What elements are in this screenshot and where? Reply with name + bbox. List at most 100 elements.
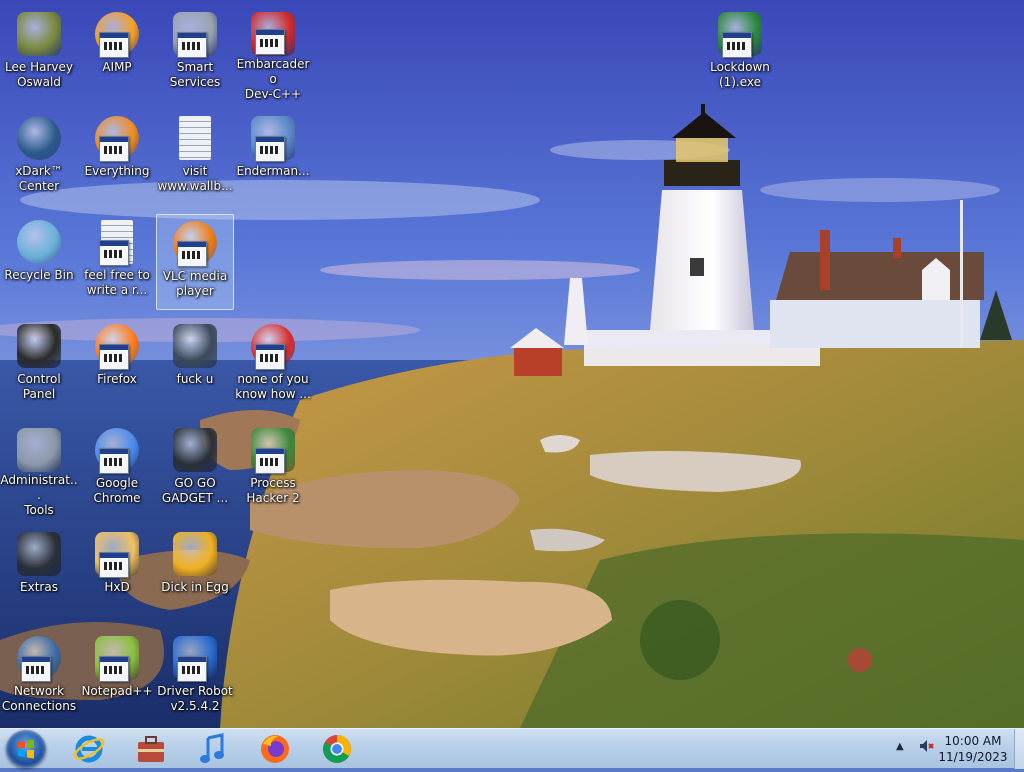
desktop-icon-aimp[interactable]: AIMP [78,6,156,102]
music-icon [200,733,224,763]
desktop-icon-label: Google Chrome [93,476,141,505]
desktop-icon-text-file[interactable]: feel free to write a r... [78,214,156,310]
program-shortcut-overlay [99,656,129,682]
program-shortcut-overlay [255,29,285,55]
desktop-icon-devcpp[interactable]: Embarcadero Dev-C++ [234,6,312,102]
desktop-icon-control-panel[interactable]: Control Panel [0,318,78,414]
red-arrow-icon [249,322,297,370]
desktop-icon-label: Process Hacker 2 [246,476,300,505]
taskbar-music-button[interactable] [186,730,240,768]
desktop-icon-label: xDark™ Center [15,164,63,193]
desktop-icon-label: Notepad++ [81,684,153,698]
clock-date: 11/19/2023 [938,750,1008,764]
taskbar-briefcase-button[interactable] [124,730,178,768]
show-desktop-button[interactable] [1014,729,1024,769]
desktop-icon-text-file[interactable]: visit www.wallb... [156,110,234,206]
briefcase-icon [138,736,164,762]
program-shortcut-overlay [99,240,129,266]
system-clock[interactable]: 10:00 AM 11/19/2023 [932,733,1014,765]
program-shortcut-overlay [722,32,752,58]
desktop-icon-gears[interactable]: Smart Services [156,6,234,102]
program-shortcut-overlay [21,656,51,682]
program-shortcut-overlay [177,32,207,58]
pc-tower-icon [171,426,219,474]
program-shortcut-overlay [255,344,285,370]
desktop-icon-firefox[interactable]: Firefox [78,318,156,414]
desktop-icon-label: Recycle Bin [4,268,74,282]
program-shortcut-overlay [99,552,129,578]
desktop-icon-label: Control Panel [17,372,61,401]
vlc-icon [171,219,219,267]
windows-logo-icon [18,739,34,759]
control-panel-icon [15,322,63,370]
desktop-icon-recycle-bin[interactable]: Recycle Bin [0,214,78,310]
character-icon [15,10,63,58]
program-shortcut-overlay [99,448,129,474]
desktop-icon-label: HxD [104,580,130,594]
folder-icon [171,322,219,370]
clock-time: 10:00 AM [944,734,1002,748]
desktop-icon-label: Network Connections [1,684,77,713]
desktop-icon-process-hacker[interactable]: Process Hacker 2 [234,422,312,518]
desktop-icon-window[interactable]: Enderman... [234,110,312,206]
program-shortcut-overlay [255,136,285,162]
desktop-icon-label: Smart Services [169,60,221,89]
driver-robot-icon [171,634,219,682]
gears-icon [171,10,219,58]
desktop-icon-network[interactable]: Network Connections [0,630,78,726]
desktop-icon-label: GO GO GADGET ... [161,476,229,505]
window-icon [249,114,297,162]
desktop-icon-label: VLC media player [162,269,228,298]
desktop-icon-vlc[interactable]: VLC media player [156,214,234,310]
hxd-icon [93,530,141,578]
recycle-bin-icon [15,218,63,266]
desktop-icon-label: Embarcadero Dev-C++ [236,57,310,101]
program-shortcut-overlay [99,136,129,162]
desktop-icon-red-arrow[interactable]: none of you know how ... [234,318,312,414]
desktop-icon-driver-robot[interactable]: Driver Robot v2.5.4.2 [156,630,234,726]
start-button[interactable] [6,730,46,768]
firefox-icon [261,735,289,763]
notepad-icon [93,634,141,682]
egg-icon [171,530,219,578]
extras-icon [15,530,63,578]
desktop-icon-character[interactable]: Lee Harvey Oswald [0,6,78,102]
desktop-icon-pc-tower[interactable]: GO GO GADGET ... [156,422,234,518]
shield-icon [716,10,764,58]
show-hidden-icons-icon[interactable]: ▲ [896,741,904,752]
firefox-icon [93,322,141,370]
desktop-icon-label: Administrat... Tools [0,473,78,517]
admin-tools-icon [15,426,63,472]
desktop-icon-label: Firefox [97,372,137,386]
xdark-icon [15,114,63,162]
process-hacker-icon [249,426,297,474]
chrome-icon [93,426,141,474]
program-shortcut-overlay [99,344,129,370]
desktop-icon-extras[interactable]: Extras [0,526,78,622]
desktop-icon-hxd[interactable]: HxD [78,526,156,622]
desktop-icon-label: AIMP [102,60,132,74]
desktop-icon-egg[interactable]: Dick in Egg [156,526,234,622]
desktop-icon-chrome[interactable]: Google Chrome [78,422,156,518]
ie-icon [73,735,105,763]
program-shortcut-overlay [255,448,285,474]
taskbar-ie-button[interactable] [62,730,116,768]
program-shortcut-overlay [99,32,129,58]
desktop-icon-label: visit www.wallb... [157,164,233,193]
desktop-icon-notepad[interactable]: Notepad++ [78,630,156,726]
network-icon [15,634,63,682]
desktop-icon-label: none of you know how ... [235,372,311,401]
taskbar-chrome-button[interactable] [310,730,364,768]
desktop-icon-admin-tools[interactable]: Administrat... Tools [0,422,78,518]
program-shortcut-overlay [177,656,207,682]
desktop-icon-everything[interactable]: Everything [78,110,156,206]
desktop-icon-label: Lee Harvey Oswald [5,60,73,89]
aimp-icon [93,10,141,58]
desktop-icon-label: Everything [84,164,150,178]
desktop-icon-folder[interactable]: fuck u [156,318,234,414]
desktop-icon-shield[interactable]: Lockdown (1).exe [701,6,779,102]
taskbar-firefox-button[interactable] [248,730,302,768]
desktop-icon-xdark[interactable]: xDark™ Center [0,110,78,206]
chrome-icon [323,735,351,763]
everything-icon [93,114,141,162]
